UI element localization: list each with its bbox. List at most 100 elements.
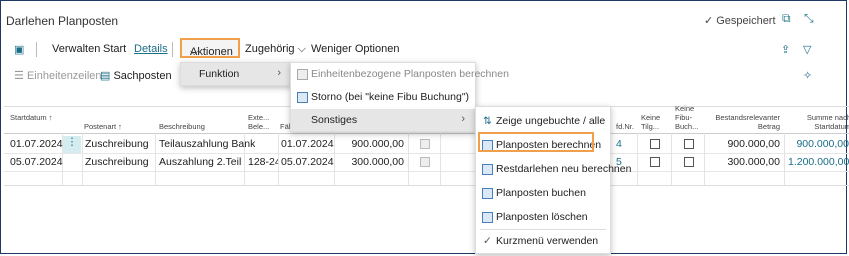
aktionen-button[interactable]: Aktionen ⌵ <box>180 38 240 58</box>
delete-icon <box>482 212 493 223</box>
menu-item-funktion[interactable]: Funktion › <box>181 63 291 85</box>
less-options-button[interactable]: Weniger Optionen <box>311 43 399 55</box>
chevron-down-icon: ⌵ <box>190 46 199 58</box>
col-externe-beleg[interactable]: Exte... Bele... <box>248 113 269 131</box>
table-row[interactable]: 01.07.2024 ⋮ Zuschreibung Teilauszahlung… <box>4 136 849 154</box>
menu-item-label: Sonstiges <box>311 114 358 126</box>
col-startdatum[interactable]: Startdatum ↑ <box>10 113 53 122</box>
menu-item-label: Restdarlehen neu berechnen <box>496 163 632 175</box>
checkbox <box>420 157 430 167</box>
sachposten-button[interactable]: ▤ Sachposten <box>100 69 172 82</box>
menu-item-kurzmenue[interactable]: ✓ Kurzmenü verwenden <box>476 230 610 252</box>
sonstiges-submenu: ⇅ Zeige ungebuchte / alle Planposten ber… <box>475 106 631 254</box>
col-lfdnr[interactable]: fd.Nr. <box>616 122 634 131</box>
header-divider <box>4 133 849 134</box>
checkbox <box>420 139 430 149</box>
card-icon[interactable]: ▣ <box>14 43 24 56</box>
aktionen-menu: Funktion › <box>180 62 292 86</box>
cell-startdatum: 05.07.2024 <box>10 156 63 168</box>
col-summe-nach-startdatum[interactable]: Summe nach Startdatum <box>799 113 849 131</box>
divider <box>172 42 173 57</box>
col-label: Summe nach <box>806 113 849 122</box>
cell-beschreibung: Teilauszahlung Bank <box>159 138 256 150</box>
collapse-icon[interactable]: ⤡ <box>804 11 814 26</box>
calculate-icon <box>297 69 308 80</box>
menu-item-label: Kurzmenü verwenden <box>496 235 599 247</box>
check-icon: ✓ <box>483 235 492 247</box>
col-keine-tilgung[interactable]: Keine Tilg... <box>641 113 660 131</box>
cell-postenart: Zuschreibung <box>85 138 149 150</box>
keine-fibu-checkbox[interactable] <box>684 139 694 149</box>
menu-item-label: Einheitenbezogene Planposten berechnen <box>311 68 509 80</box>
menu-item-planposten-buchen[interactable]: Planposten buchen <box>476 182 610 204</box>
col-postenart[interactable]: Postenart ↑ <box>84 122 122 131</box>
check-icon: ✓ <box>704 15 714 27</box>
cell-summe[interactable]: 900.000,00 <box>788 138 849 150</box>
open-new-window-icon[interactable]: ⧉ <box>782 11 791 26</box>
col-label: Bestandsrelevanter <box>715 113 780 122</box>
tab-details[interactable]: Details <box>134 43 168 55</box>
filter-icon[interactable]: ▽ <box>803 43 811 56</box>
zugehoerig-label: Zugehörig <box>245 43 295 55</box>
col-label: Keine <box>675 104 695 113</box>
col-label: Bele... <box>248 122 270 131</box>
col-beschreibung[interactable]: Beschreibung <box>159 122 205 131</box>
menu-item-planposten-loeschen[interactable]: Planposten löschen <box>476 206 610 228</box>
menu-item-zeige-ungebuchte[interactable]: ⇅ Zeige ungebuchte / alle <box>476 110 610 132</box>
cell-bestand: 900.000,00 <box>727 138 780 150</box>
einheitenzeilen-button[interactable]: ☰ Einheitenzeilen <box>14 69 102 82</box>
col-label: Betrag <box>757 122 780 131</box>
row-menu-icon[interactable]: ⋮ <box>63 136 81 153</box>
col-bestandsrelevanter-betrag[interactable]: Bestandsrelevanter Betrag <box>714 113 780 131</box>
post-icon <box>482 188 493 199</box>
col-label: Startdatum <box>814 122 849 131</box>
chevron-right-icon: › <box>277 67 281 79</box>
menu-item-label: Zeige ungebuchte / alle <box>496 115 606 127</box>
pin-icon[interactable]: ✧ <box>803 69 812 82</box>
action-bar: ▣ Verwalten Start Details Zugehörig ⌵ We… <box>0 38 849 60</box>
menu-item-label: Storno (bei "keine Fibu Buchung") <box>311 91 470 103</box>
menu-item-storno[interactable]: Storno (bei "keine Fibu Buchung") <box>291 86 475 108</box>
cell-betrag: 300.000,00 <box>351 156 404 168</box>
highlight-box <box>478 132 594 152</box>
share-icon[interactable]: ⇪ <box>781 43 790 56</box>
cell-lfdnr[interactable]: 4 <box>616 138 622 150</box>
col-label: Fibu- <box>675 113 693 122</box>
tab-verwalten[interactable]: Verwalten <box>52 43 100 55</box>
reverse-icon <box>297 92 308 103</box>
cell-summe[interactable]: 1.200.000,00 <box>788 156 849 168</box>
sachposten-label: Sachposten <box>113 70 172 82</box>
keine-tilgung-checkbox[interactable] <box>650 157 660 167</box>
table-row[interactable]: 05.07.2024 Zuschreibung Auszahlung 2.Tei… <box>4 154 849 172</box>
cell-startdatum: 01.07.2024 <box>10 138 63 150</box>
col-label: Keine <box>641 113 661 122</box>
list-icon: ☰ <box>14 70 24 82</box>
ledger-icon: ▤ <box>100 70 111 82</box>
sort-icon: ⇅ <box>483 115 492 127</box>
cell-betrag: 900.000,00 <box>351 138 404 150</box>
keine-fibu-checkbox[interactable] <box>684 157 694 167</box>
menu-item-einheitenbezogene-planposten[interactable]: Einheitenbezogene Planposten berechnen <box>291 63 509 85</box>
col-label: Exte... <box>248 113 270 122</box>
menu-item-restdarlehen[interactable]: Restdarlehen neu berechnen <box>476 158 631 180</box>
saved-status: ✓ Gespeichert <box>704 14 776 28</box>
cell-beschreibung: Auszahlung 2.Teilbe... <box>159 156 242 168</box>
keine-tilgung-checkbox[interactable] <box>650 139 660 149</box>
cell-bestand: 300.000,00 <box>727 156 780 168</box>
menu-item-label: Funktion <box>199 68 240 80</box>
page-title: Darlehen Planposten <box>6 14 119 28</box>
tab-zugehoerig[interactable]: Zugehörig ⌵ <box>245 43 306 56</box>
cell-beleg: 128-24 <box>248 156 278 168</box>
menu-item-label: Planposten löschen <box>496 211 588 223</box>
tab-start[interactable]: Start <box>103 43 126 55</box>
chevron-right-icon: › <box>461 113 465 125</box>
menu-item-sonstiges[interactable]: Sonstiges › <box>291 109 475 131</box>
saved-label: Gespeichert <box>716 14 776 27</box>
cell-faellig: 05.07.2024 <box>281 156 334 168</box>
cell-postenart: Zuschreibung <box>85 156 149 168</box>
col-keine-fibu[interactable]: Keine Fibu- Buch... <box>675 104 698 131</box>
funktion-submenu: Einheitenbezogene Planposten berechnen S… <box>290 62 509 132</box>
einheitenzeilen-label: Einheitenzeilen <box>26 70 102 82</box>
cell-faellig: 01.07.2024 <box>281 138 334 150</box>
menu-item-label: Planposten buchen <box>496 187 586 199</box>
